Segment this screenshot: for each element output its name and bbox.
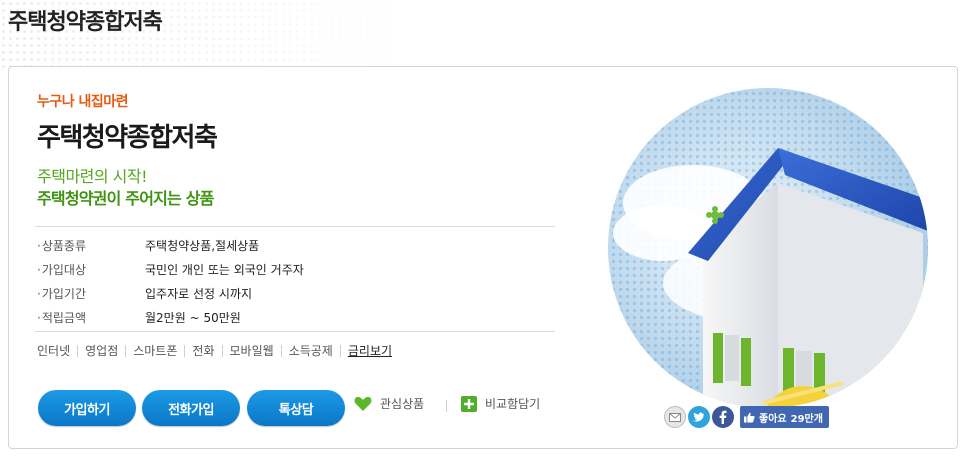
like-label: 좋아요 bbox=[759, 413, 787, 425]
product-tagline-bold: 주택청약권이 주어지는 상품 bbox=[37, 189, 214, 208]
favorite-label: 관심상품 bbox=[380, 397, 425, 411]
compare-button[interactable]: 비교함담기 bbox=[461, 395, 540, 412]
email-icon[interactable] bbox=[664, 406, 686, 428]
channel-mobile-web: 모바일웹 bbox=[221, 345, 281, 357]
product-eyebrow: 누구나 내집마련 bbox=[37, 94, 129, 110]
divider bbox=[35, 226, 555, 227]
divider bbox=[35, 331, 555, 332]
compare-label: 비교함담기 bbox=[485, 397, 541, 411]
info-key: 가입대상 bbox=[35, 261, 145, 278]
heart-icon bbox=[354, 396, 372, 412]
info-key: 적립금액 bbox=[35, 309, 145, 326]
channel-internet: 인터넷 bbox=[37, 344, 71, 358]
channel-tax-deduction: 소득공제 bbox=[280, 345, 340, 357]
product-card: 누구나 내집마련 주택청약종합저축 주택마련의 시작! 주택청약권이 주어지는 … bbox=[8, 66, 958, 449]
info-value: 주택청약상품,절세상품 bbox=[145, 238, 260, 253]
info-value: 국민인 개인 또는 외국인 거주자 bbox=[145, 262, 304, 277]
product-name: 주택청약종합저축 bbox=[37, 123, 218, 153]
info-key: 상품종류 bbox=[35, 237, 145, 254]
info-value: 입주자로 선정 시까지 bbox=[145, 286, 252, 301]
info-row-type: 상품종류 주택청약상품,절세상품 bbox=[35, 233, 555, 257]
channel-smartphone: 스마트폰 bbox=[125, 345, 184, 357]
house-illustration bbox=[603, 83, 943, 413]
action-separator bbox=[446, 400, 447, 412]
talk-consult-button[interactable]: 톡상담 bbox=[247, 390, 345, 426]
facebook-icon[interactable] bbox=[712, 406, 734, 428]
info-value: 월2만원 ~ 50만원 bbox=[145, 310, 241, 325]
channel-branch: 영업점 bbox=[77, 345, 125, 357]
join-button[interactable]: 가입하기 bbox=[38, 390, 136, 426]
like-count: 29만개 bbox=[790, 413, 823, 425]
page-title: 주택청약종합저축 bbox=[8, 10, 163, 35]
channel-list: 인터넷 영업점 스마트폰 전화 모바일웹 소득공제 금리보기 bbox=[37, 345, 399, 357]
product-info-list: 상품종류 주택청약상품,절세상품 가입대상 국민인 개인 또는 외국인 거주자 … bbox=[35, 233, 555, 329]
info-row-period: 가입기간 입주자로 선정 시까지 bbox=[35, 281, 555, 305]
share-bar: 좋아요 29만개 bbox=[664, 406, 829, 428]
facebook-like-button[interactable]: 좋아요 29만개 bbox=[740, 406, 829, 428]
channel-phone: 전화 bbox=[184, 345, 221, 357]
thumbs-up-icon bbox=[744, 412, 755, 423]
product-tagline: 주택마련의 시작! bbox=[37, 167, 148, 186]
phone-join-button[interactable]: 전화가입 bbox=[142, 390, 240, 426]
info-key: 가입기간 bbox=[35, 285, 145, 302]
plus-icon bbox=[461, 395, 477, 412]
favorite-button[interactable]: 관심상품 bbox=[354, 395, 424, 412]
info-row-amount: 적립금액 월2만원 ~ 50만원 bbox=[35, 305, 555, 329]
twitter-icon[interactable] bbox=[688, 406, 710, 428]
interest-rate-link[interactable]: 금리보기 bbox=[339, 345, 399, 357]
info-row-eligibility: 가입대상 국민인 개인 또는 외국인 거주자 bbox=[35, 257, 555, 281]
